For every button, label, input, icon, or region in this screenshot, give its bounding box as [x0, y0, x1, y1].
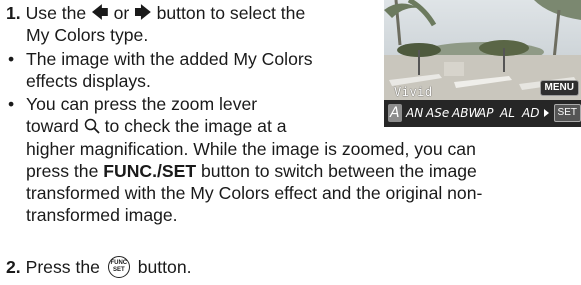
- bullet-2-line-4-rest: button to switch between the image: [201, 161, 477, 181]
- bullet-2-marker: •: [8, 94, 15, 114]
- bullet-2-toward: toward: [26, 116, 79, 136]
- bullet-1-line-1: The image with the added My Colors: [26, 49, 313, 69]
- lcd-option: AL: [500, 106, 515, 120]
- step-2-text-a: Press the: [25, 257, 100, 277]
- bullet-1-marker: •: [8, 49, 15, 69]
- func-button-top-text: FUNC: [110, 260, 128, 266]
- lcd-option: ASe: [426, 106, 450, 120]
- bullet-2-line-5: transformed with the My Colors effect an…: [26, 183, 483, 203]
- lcd-option: ABW: [452, 106, 481, 120]
- camera-lcd-screenshot: Vivid MENU A AN ASe ABW AP AL AD SET: [384, 0, 581, 127]
- func-button-bottom-text: SET: [112, 267, 125, 273]
- lcd-option-selected: A: [388, 104, 402, 122]
- step-2-text-b: button.: [137, 257, 192, 277]
- lcd-menu-badge: MENU: [539, 80, 579, 96]
- lcd-option: AN: [406, 106, 424, 120]
- step-1-text-a: Use the: [25, 3, 87, 23]
- lcd-option: AP: [478, 106, 494, 120]
- step-1-line-1: 1. Use the 🡄 or 🡆 button to select the: [6, 2, 305, 25]
- bullet-2-text: to check the image at a: [104, 116, 287, 136]
- step-1-or: or: [113, 3, 130, 23]
- right-arrow-icon: 🡆: [134, 3, 152, 22]
- left-arrow-icon: 🡄: [91, 3, 109, 22]
- bullet-1-line-2: effects displays.: [26, 71, 151, 91]
- bullet-2-press-the: press the: [26, 161, 99, 181]
- bullet-2-line-2: toward to check the image at a: [26, 115, 287, 137]
- lcd-option: AD: [522, 106, 540, 120]
- bullet-2-line-6: transformed image.: [26, 205, 178, 225]
- bullet-2-line-3: higher magnification. While the image is…: [26, 139, 476, 159]
- step-2-line: 2. Press the FUNC SET button.: [6, 256, 192, 278]
- step-2-number: 2.: [6, 257, 21, 277]
- lcd-scroll-right-icon: [544, 109, 549, 117]
- bullet-2-line-1: You can press the zoom lever: [26, 94, 258, 114]
- zoom-magnifier-icon: [84, 117, 100, 134]
- step-1-text-b: button to select the: [156, 3, 306, 23]
- bullet-2-line-4: press the FUNC./SET button to switch bet…: [26, 160, 477, 182]
- func-set-label: FUNC./SET: [103, 161, 197, 181]
- step-1-line-2: My Colors type.: [26, 25, 149, 45]
- func-set-button-icon: FUNC SET: [107, 256, 130, 278]
- lcd-set-badge: SET: [553, 104, 581, 122]
- step-1-number: 1.: [6, 3, 21, 23]
